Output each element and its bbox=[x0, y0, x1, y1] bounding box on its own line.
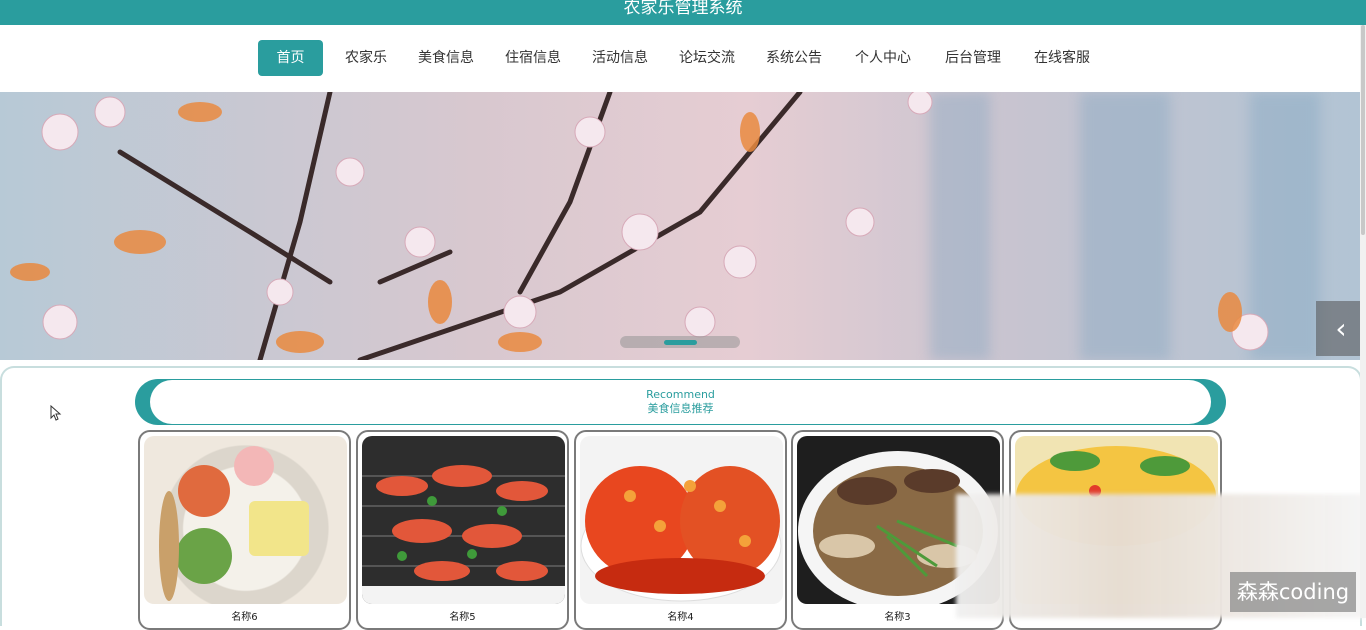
banner-blossom-image bbox=[10, 92, 1269, 360]
recommend-header-inner: Recommend 美食信息推荐 bbox=[150, 380, 1211, 424]
nav-item-profile[interactable]: 个人中心 bbox=[847, 40, 919, 76]
food-card[interactable]: 名称5 bbox=[356, 430, 569, 630]
chevron-left-icon: ‹ bbox=[1335, 312, 1347, 345]
nav-item-support[interactable]: 在线客服 bbox=[1026, 40, 1098, 76]
nav-item-home[interactable]: 首页 bbox=[258, 40, 323, 76]
nav-item-announcements[interactable]: 系统公告 bbox=[758, 40, 830, 76]
watermark: 森森coding bbox=[1230, 572, 1356, 612]
nav-item-farmhouse[interactable]: 农家乐 bbox=[336, 40, 396, 76]
carousel-prev-button[interactable]: ‹ bbox=[1316, 301, 1366, 356]
app-title: 农家乐管理系统 bbox=[623, 0, 743, 18]
nav-item-activities[interactable]: 活动信息 bbox=[584, 40, 656, 76]
page-scrollbar[interactable] bbox=[1360, 25, 1366, 618]
nav-item-lodging[interactable]: 住宿信息 bbox=[497, 40, 569, 76]
scrollbar-thumb[interactable] bbox=[1361, 25, 1365, 235]
app-title-bar: 农家乐管理系统 bbox=[0, 0, 1366, 25]
nav-item-food[interactable]: 美食信息 bbox=[410, 40, 482, 76]
nav-item-forum[interactable]: 论坛交流 bbox=[671, 40, 743, 76]
banner-carousel[interactable] bbox=[0, 92, 1360, 360]
food-card-name: 名称5 bbox=[449, 612, 476, 623]
recommend-header: Recommend 美食信息推荐 bbox=[135, 379, 1226, 425]
food-card-image[interactable] bbox=[580, 436, 783, 604]
nav-item-admin[interactable]: 后台管理 bbox=[937, 40, 1009, 76]
main-nav: 首页 农家乐 美食信息 住宿信息 活动信息 论坛交流 系统公告 个人中心 后台管… bbox=[0, 25, 1360, 92]
food-card[interactable]: 名称4 bbox=[574, 430, 787, 630]
food-card-image[interactable] bbox=[362, 436, 565, 604]
food-card-name: 名称4 bbox=[667, 612, 694, 623]
carousel-indicator-active[interactable] bbox=[664, 340, 697, 345]
food-card-image-art bbox=[362, 465, 565, 604]
carousel-indicator[interactable] bbox=[620, 336, 740, 348]
food-card-image[interactable] bbox=[144, 436, 347, 604]
recommend-title-en: Recommend bbox=[646, 388, 715, 401]
mouse-cursor-icon bbox=[50, 405, 62, 421]
food-card-image-art bbox=[159, 446, 309, 601]
food-card-image-art bbox=[580, 466, 782, 602]
recommend-title-cn: 美食信息推荐 bbox=[647, 402, 714, 415]
food-card[interactable]: 名称6 bbox=[138, 430, 351, 630]
food-card-name: 名称6 bbox=[231, 612, 258, 623]
